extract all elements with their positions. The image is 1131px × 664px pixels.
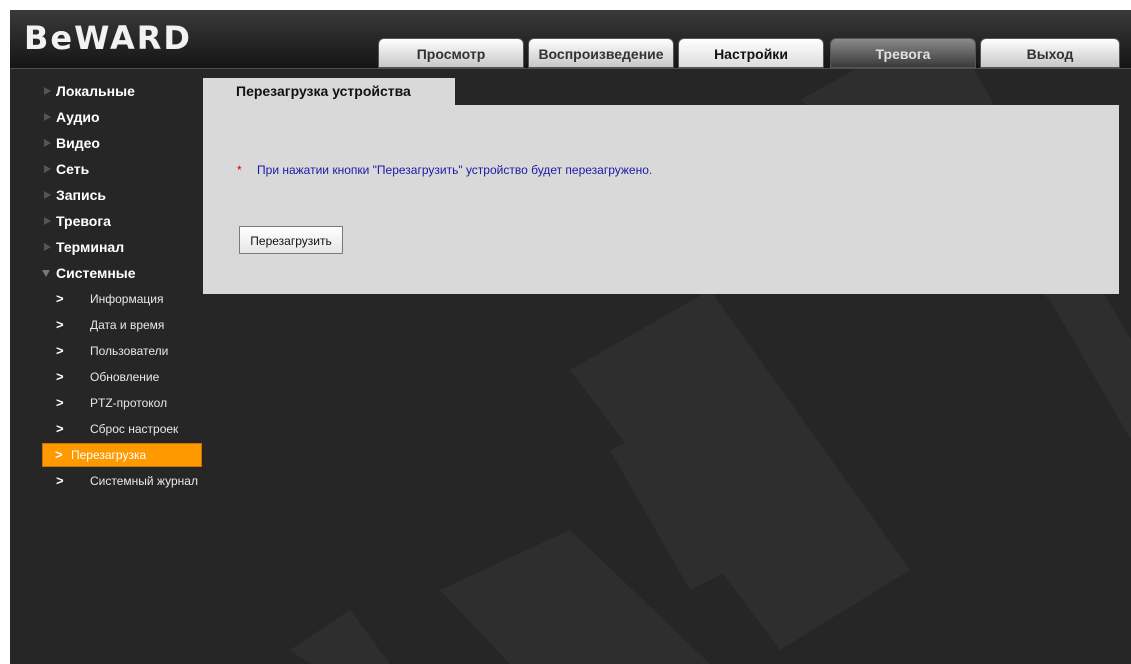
sidebar-subitem-label: Системный журнал [90,474,198,488]
tab-alarm[interactable]: Тревога [830,38,976,68]
triangle-right-icon [44,139,51,147]
sidebar-subitem-datetime[interactable]: > Дата и время [42,312,202,338]
sidebar-subitem-syslog[interactable]: > Системный журнал [42,468,202,494]
sidebar-subitem-info[interactable]: > Информация [42,286,202,312]
chevron-right-icon: > [56,395,64,410]
content-area: Перезагрузка устройства * При нажатии кн… [203,78,1119,294]
beward-logo: BeWARD [24,19,192,57]
triangle-right-icon [44,87,51,95]
chevron-right-icon: > [55,447,63,462]
tab-logout[interactable]: Выход [980,38,1120,68]
tab-playback[interactable]: Воспроизведение [528,38,674,68]
sidebar-subitem-label: Пользователи [90,344,169,358]
sidebar-item-label: Запись [56,187,107,203]
triangle-right-icon [44,165,51,173]
sidebar-item-local[interactable]: Локальные [10,78,210,104]
sidebar-subitem-label: Сброс настроек [90,422,179,436]
sidebar-item-network[interactable]: Сеть [10,156,210,182]
triangle-right-icon [44,191,51,199]
sidebar-subitem-users[interactable]: > Пользователи [42,338,202,364]
chevron-right-icon: > [56,473,64,488]
sidebar-subitem-label: Перезагрузка [71,448,147,462]
required-marker: * [237,163,242,177]
sidebar-subitem-reboot[interactable]: > Перезагрузка [42,443,202,467]
sidebar-item-label: Тревога [56,213,111,229]
sidebar-subitem-update[interactable]: > Обновление [42,364,202,390]
chevron-right-icon: > [56,369,64,384]
sidebar-item-label: Аудио [56,109,100,125]
triangle-right-icon [44,243,51,251]
tab-settings[interactable]: Настройки [678,38,824,68]
sidebar-item-record[interactable]: Запись [10,182,210,208]
settings-panel: * При нажатии кнопки "Перезагрузить" уст… [203,105,1119,294]
chevron-right-icon: > [56,317,64,332]
tab-view[interactable]: Просмотр [378,38,524,68]
reboot-note-text: При нажатии кнопки "Перезагрузить" устро… [257,163,653,177]
triangle-right-icon [44,217,51,225]
top-header: BeWARD Просмотр Воспроизведение Настройк… [10,10,1131,69]
sidebar-item-label: Системные [56,265,136,281]
chevron-right-icon: > [56,421,64,436]
page-title: Перезагрузка устройства [203,78,455,105]
triangle-right-icon [44,113,51,121]
sidebar-item-alarm[interactable]: Тревога [10,208,210,234]
sidebar-item-terminal[interactable]: Терминал [10,234,210,260]
sidebar-item-label: Сеть [56,161,90,177]
app-window: BeWARD Просмотр Воспроизведение Настройк… [10,10,1131,664]
sidebar-item-video[interactable]: Видео [10,130,210,156]
sidebar-subitem-label: Информация [90,292,164,306]
sidebar-subitem-label: Обновление [90,370,160,384]
sidebar-subitem-label: PTZ-протокол [90,396,168,410]
sidebar-item-system[interactable]: Системные [10,260,210,286]
chevron-right-icon: > [56,291,64,306]
sidebar-item-label: Видео [56,135,100,151]
sidebar-item-label: Локальные [56,83,135,99]
sidebar-subitem-label: Дата и время [90,318,165,332]
sidebar: Локальные Аудио Видео Сеть Запись Тревог… [10,78,210,494]
reboot-button[interactable]: Перезагрузить [239,226,343,254]
sidebar-item-audio[interactable]: Аудио [10,104,210,130]
sidebar-subitem-reset[interactable]: > Сброс настроек [42,416,202,442]
sidebar-item-label: Терминал [56,239,125,255]
sidebar-subitem-ptz[interactable]: > PTZ-протокол [42,390,202,416]
chevron-right-icon: > [56,343,64,358]
triangle-down-icon [42,270,50,277]
reboot-note: * При нажатии кнопки "Перезагрузить" уст… [237,163,652,177]
